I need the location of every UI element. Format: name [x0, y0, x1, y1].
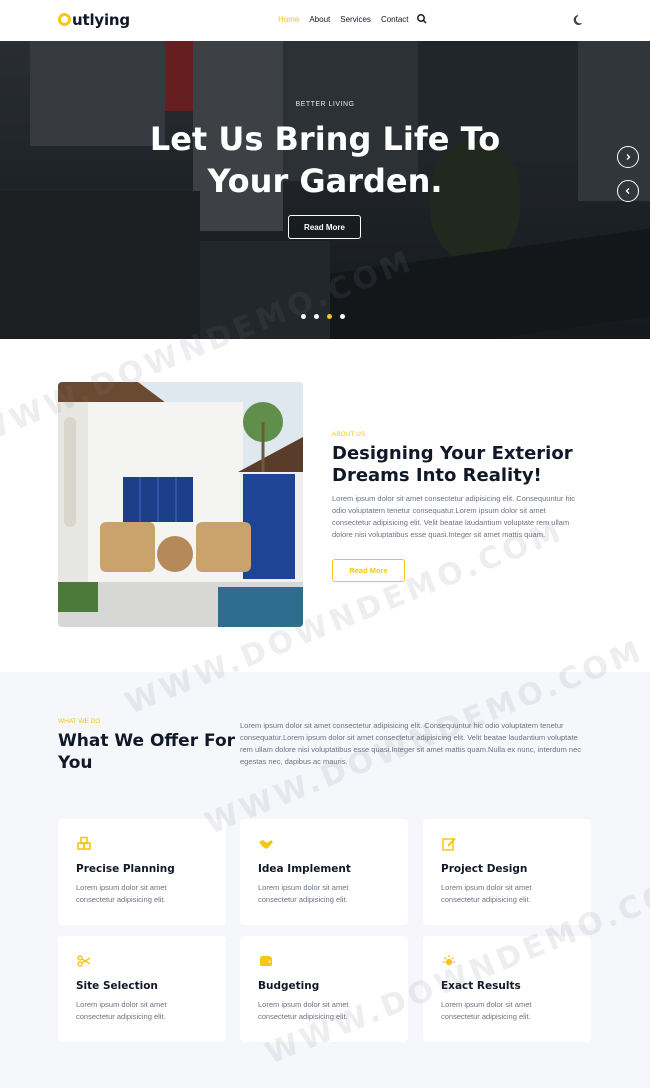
- edit-icon: [442, 837, 456, 851]
- nav-item-home[interactable]: Home: [278, 15, 299, 24]
- service-card-exact-results[interactable]: Exact Results Lorem ipsum dolor sit amet…: [423, 936, 591, 1042]
- slider-dot[interactable]: [301, 314, 306, 319]
- hero-title-line1: Let Us Bring Life To: [149, 120, 501, 158]
- logo-text: utlying: [72, 11, 130, 29]
- service-card-title: Project Design: [441, 863, 528, 875]
- service-card-text: Lorem ipsum dolor sit amet consectetur a…: [441, 883, 532, 904]
- offer-title: What We Offer For You: [58, 731, 236, 773]
- handshake-icon: [259, 840, 273, 849]
- service-card-title: Exact Results: [441, 980, 521, 992]
- slider-dots: [301, 314, 345, 319]
- service-card-precise-planning[interactable]: Precise Planning Lorem ipsum dolor sit a…: [58, 819, 226, 925]
- service-card-budgeting[interactable]: Budgeting Lorem ipsum dolor sit amet con…: [240, 936, 408, 1042]
- slider-dot[interactable]: [340, 314, 345, 319]
- about-read-more-button[interactable]: Read More: [332, 559, 405, 582]
- scissors-icon: [77, 955, 91, 967]
- service-card-text: Lorem ipsum dolor sit amet consectetur a…: [258, 883, 349, 904]
- sun-icon: [443, 955, 455, 966]
- hero-title: Let Us Bring Life To Your Garden.: [0, 118, 650, 202]
- offer-eyebrow: WHAT WE DO: [58, 718, 101, 725]
- service-card-site-selection[interactable]: Site Selection Lorem ipsum dolor sit ame…: [58, 936, 226, 1042]
- service-card-text: Lorem ipsum dolor sit amet consectetur a…: [258, 1000, 349, 1021]
- logo[interactable]: utlying: [58, 11, 130, 29]
- wallet-icon: [260, 956, 272, 966]
- site-header: utlying Home About Services Contact: [0, 0, 650, 41]
- service-card-text: Lorem ipsum dolor sit amet consectetur a…: [76, 1000, 167, 1021]
- service-card-title: Precise Planning: [76, 863, 175, 875]
- chevron-right-icon: [626, 154, 631, 160]
- hero-title-line2: Your Garden.: [207, 162, 443, 200]
- house-patio-illustration: [58, 382, 303, 627]
- nav-item-services[interactable]: Services: [340, 15, 371, 24]
- hero-eyebrow: BETTER LIVING: [295, 101, 355, 108]
- hero-read-more-button[interactable]: Read More: [288, 215, 361, 239]
- service-card-project-design[interactable]: Project Design Lorem ipsum dolor sit ame…: [423, 819, 591, 925]
- service-card-title: Idea Implement: [258, 863, 351, 875]
- about-eyebrow: ABOUT US: [332, 431, 366, 438]
- cubes-icon: [77, 836, 91, 850]
- logo-mark: [58, 13, 71, 26]
- service-card-text: Lorem ipsum dolor sit amet consectetur a…: [76, 883, 167, 904]
- slider-dot[interactable]: [314, 314, 319, 319]
- slider-dot-active[interactable]: [327, 314, 332, 319]
- nav-item-about[interactable]: About: [309, 15, 330, 24]
- search-icon[interactable]: [416, 13, 428, 25]
- main-nav: Home About Services Contact: [278, 15, 409, 24]
- chevron-left-icon: [625, 188, 630, 194]
- service-card-idea-implement[interactable]: Idea Implement Lorem ipsum dolor sit ame…: [240, 819, 408, 925]
- service-card-text: Lorem ipsum dolor sit amet consectetur a…: [441, 1000, 532, 1021]
- about-text: Lorem ipsum dolor sit amet consectetur a…: [332, 494, 576, 539]
- about-title: Designing Your Exterior Dreams Into Real…: [332, 443, 573, 486]
- slider-prev-button[interactable]: [617, 180, 639, 202]
- service-card-title: Site Selection: [76, 980, 158, 992]
- moon-icon[interactable]: [573, 14, 585, 26]
- offer-text: Lorem ipsum dolor sit amet consectetur a…: [240, 721, 581, 766]
- about-image: [58, 382, 303, 627]
- slider-next-button[interactable]: [617, 146, 639, 168]
- nav-item-contact[interactable]: Contact: [381, 15, 409, 24]
- hero-slider: BETTER LIVING Let Us Bring Life To Your …: [0, 41, 650, 339]
- service-card-title: Budgeting: [258, 980, 320, 992]
